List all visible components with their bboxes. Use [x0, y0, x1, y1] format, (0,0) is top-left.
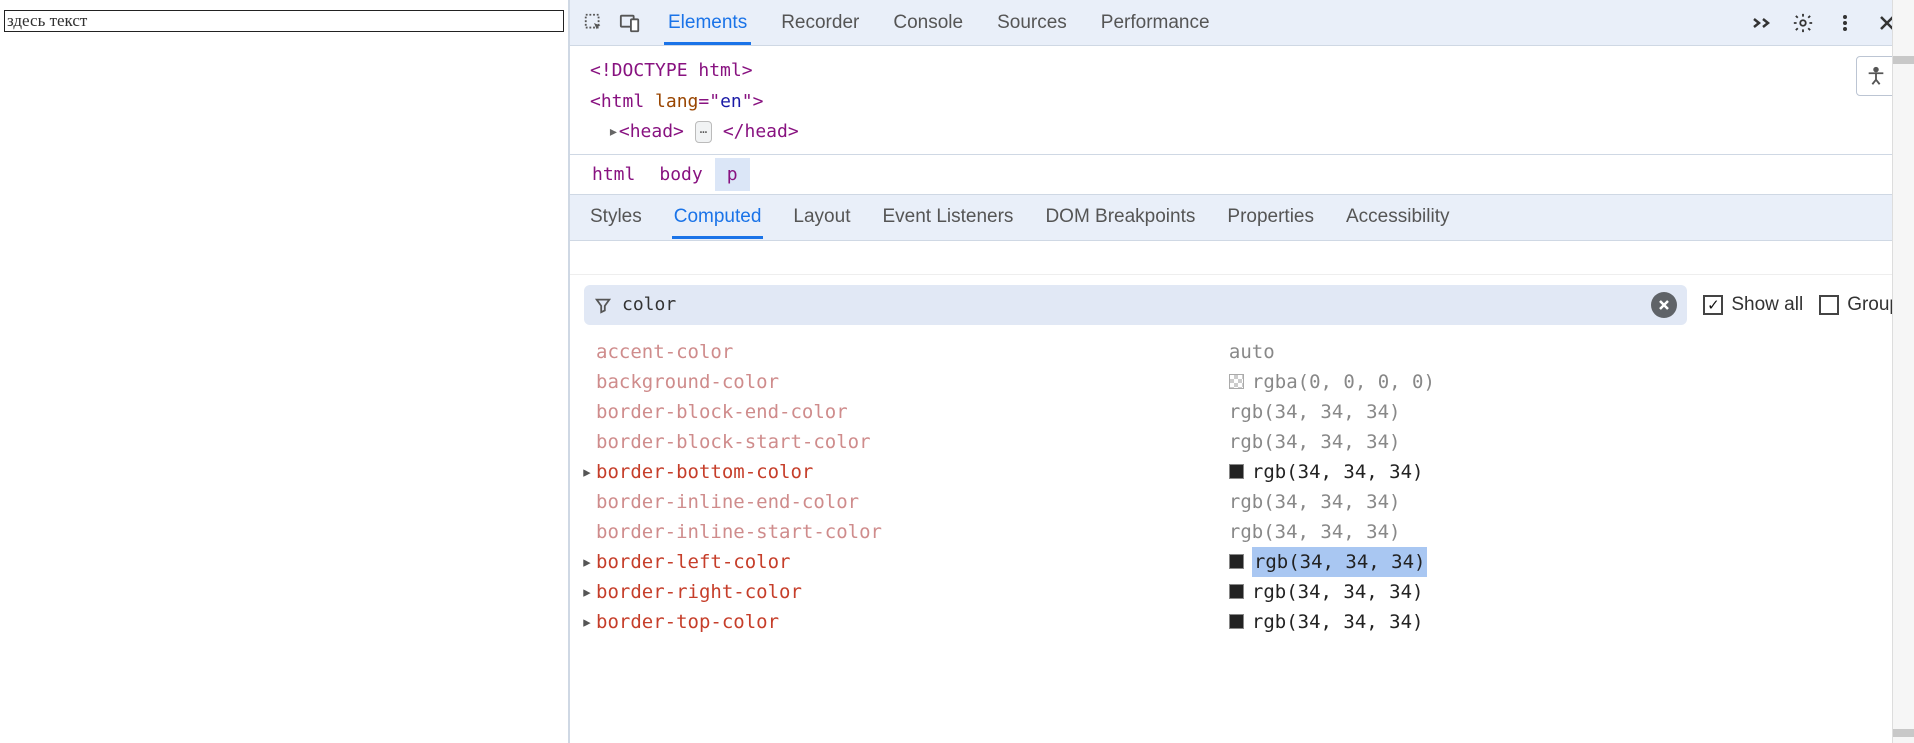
collapsed-dots-icon[interactable]: ⋯: [695, 121, 712, 143]
subtab-computed[interactable]: Computed: [672, 196, 764, 238]
subtab-dom-breakpoints[interactable]: DOM Breakpoints: [1043, 196, 1197, 238]
property-value: rgb(34, 34, 34): [1189, 607, 1906, 637]
vertical-scrollbar[interactable]: [1892, 0, 1914, 743]
property-name: accent-color: [596, 337, 733, 367]
color-swatch-icon[interactable]: [1229, 374, 1244, 389]
toolbar-right: [1746, 8, 1902, 38]
color-swatch-icon[interactable]: [1229, 464, 1244, 479]
settings-gear-icon[interactable]: [1788, 8, 1818, 38]
clear-filter-icon[interactable]: [1651, 292, 1677, 318]
doctype: <!DOCTYPE html>: [590, 60, 753, 81]
computed-property-row[interactable]: ▸border-top-color rgb(34, 34, 34): [570, 607, 1914, 637]
computed-property-row[interactable]: ▸border-right-color rgb(34, 34, 34): [570, 577, 1914, 607]
devtools-pane: Elements Recorder Console Sources Perfor…: [568, 0, 1914, 743]
computed-property-row[interactable]: ▸border-left-color rgb(34, 34, 34): [570, 547, 1914, 577]
color-swatch-icon[interactable]: [1229, 584, 1244, 599]
color-swatch-icon[interactable]: [1229, 614, 1244, 629]
devtools-tabs: Elements Recorder Console Sources Perfor…: [664, 2, 1746, 44]
show-all-checkbox[interactable]: ✓ Show all: [1703, 294, 1803, 316]
property-value: rgb(34, 34, 34): [1189, 517, 1906, 547]
dom-tree[interactable]: <!DOCTYPE html> <html lang="en"> ▸<head>…: [570, 46, 1914, 155]
tab-recorder[interactable]: Recorder: [777, 2, 863, 44]
more-tabs-icon[interactable]: [1746, 8, 1776, 38]
inspect-icon[interactable]: [576, 5, 612, 41]
tab-sources[interactable]: Sources: [993, 2, 1071, 44]
computed-property-row[interactable]: border-inline-end-color rgb(34, 34, 34): [570, 487, 1914, 517]
subtab-accessibility[interactable]: Accessibility: [1344, 196, 1451, 238]
scroll-arrow-icon[interactable]: [1893, 729, 1914, 737]
property-value: rgba(0, 0, 0, 0): [1189, 367, 1906, 397]
property-value: rgb(34, 34, 34): [1189, 457, 1906, 487]
group-checkbox[interactable]: Group: [1819, 294, 1900, 316]
dom-line[interactable]: ▸<head> ⋯ </head>: [590, 117, 1894, 148]
computed-properties-list: accent-color auto background-color rgba(0, …: [570, 335, 1914, 637]
devtools-toolbar: Elements Recorder Console Sources Perfor…: [570, 0, 1914, 46]
rendered-page-pane: здесь текст: [0, 0, 568, 743]
expand-arrow-icon[interactable]: ▸: [578, 547, 596, 577]
property-name: border-block-end-color: [596, 397, 848, 427]
show-all-label: Show all: [1731, 294, 1803, 316]
computed-property-row[interactable]: accent-color auto: [570, 337, 1914, 367]
color-swatch-icon[interactable]: [1229, 554, 1244, 569]
property-name: border-block-start-color: [596, 427, 871, 457]
checkbox-unchecked-icon: [1819, 295, 1839, 315]
breadcrumb-item[interactable]: html: [580, 158, 647, 191]
dom-line[interactable]: <!DOCTYPE html>: [590, 56, 1894, 87]
property-name: border-right-color: [596, 577, 802, 607]
property-name: border-inline-end-color: [596, 487, 859, 517]
computed-property-row[interactable]: border-block-start-color rgb(34, 34, 34): [570, 427, 1914, 457]
breadcrumb-item-selected[interactable]: p: [715, 158, 750, 191]
expand-arrow-icon[interactable]: ▸: [578, 607, 596, 637]
property-value: auto: [1189, 337, 1906, 367]
box-model-spacer: [570, 241, 1914, 275]
subtab-event-listeners[interactable]: Event Listeners: [880, 196, 1015, 238]
property-value: rgb(34, 34, 34): [1189, 397, 1906, 427]
property-value: rgb(34, 34, 34): [1189, 487, 1906, 517]
filter-row: ✓ Show all Group: [570, 275, 1914, 335]
subtab-styles[interactable]: Styles: [588, 196, 644, 238]
filter-input[interactable]: [622, 294, 1641, 315]
filter-icon: [594, 296, 612, 314]
property-value: rgb(34, 34, 34): [1189, 427, 1906, 457]
expand-arrow-icon[interactable]: ▸: [608, 121, 619, 142]
computed-property-row[interactable]: background-color rgba(0, 0, 0, 0): [570, 367, 1914, 397]
computed-property-row[interactable]: border-block-end-color rgb(34, 34, 34): [570, 397, 1914, 427]
styles-subtabs: Styles Computed Layout Event Listeners D…: [570, 195, 1914, 241]
property-value: rgb(34, 34, 34): [1189, 547, 1906, 577]
property-name: background-color: [596, 367, 779, 397]
property-value: rgb(34, 34, 34): [1189, 577, 1906, 607]
computed-property-row[interactable]: ▸border-bottom-color rgb(34, 34, 34): [570, 457, 1914, 487]
property-name: border-bottom-color: [596, 457, 813, 487]
accessibility-tree-button[interactable]: [1856, 56, 1896, 96]
dom-line[interactable]: <html lang="en">: [590, 87, 1894, 118]
checkbox-checked-icon: ✓: [1703, 295, 1723, 315]
expand-arrow-icon[interactable]: ▸: [578, 577, 596, 607]
page-paragraph: здесь текст: [4, 10, 564, 32]
expand-arrow-icon[interactable]: ▸: [578, 457, 596, 487]
tab-performance[interactable]: Performance: [1097, 2, 1214, 44]
breadcrumb: html body p: [570, 155, 1914, 195]
subtab-properties[interactable]: Properties: [1225, 196, 1316, 238]
scroll-arrow-icon[interactable]: [1893, 56, 1914, 64]
kebab-menu-icon[interactable]: [1830, 8, 1860, 38]
filter-box[interactable]: [584, 285, 1687, 325]
tab-console[interactable]: Console: [889, 2, 967, 44]
property-name: border-left-color: [596, 547, 790, 577]
subtab-layout[interactable]: Layout: [791, 196, 852, 238]
property-name: border-inline-start-color: [596, 517, 882, 547]
tab-elements[interactable]: Elements: [664, 2, 751, 44]
property-name: border-top-color: [596, 607, 779, 637]
computed-property-row[interactable]: border-inline-start-color rgb(34, 34, 34): [570, 517, 1914, 547]
device-toggle-icon[interactable]: [612, 5, 648, 41]
breadcrumb-item[interactable]: body: [647, 158, 714, 191]
